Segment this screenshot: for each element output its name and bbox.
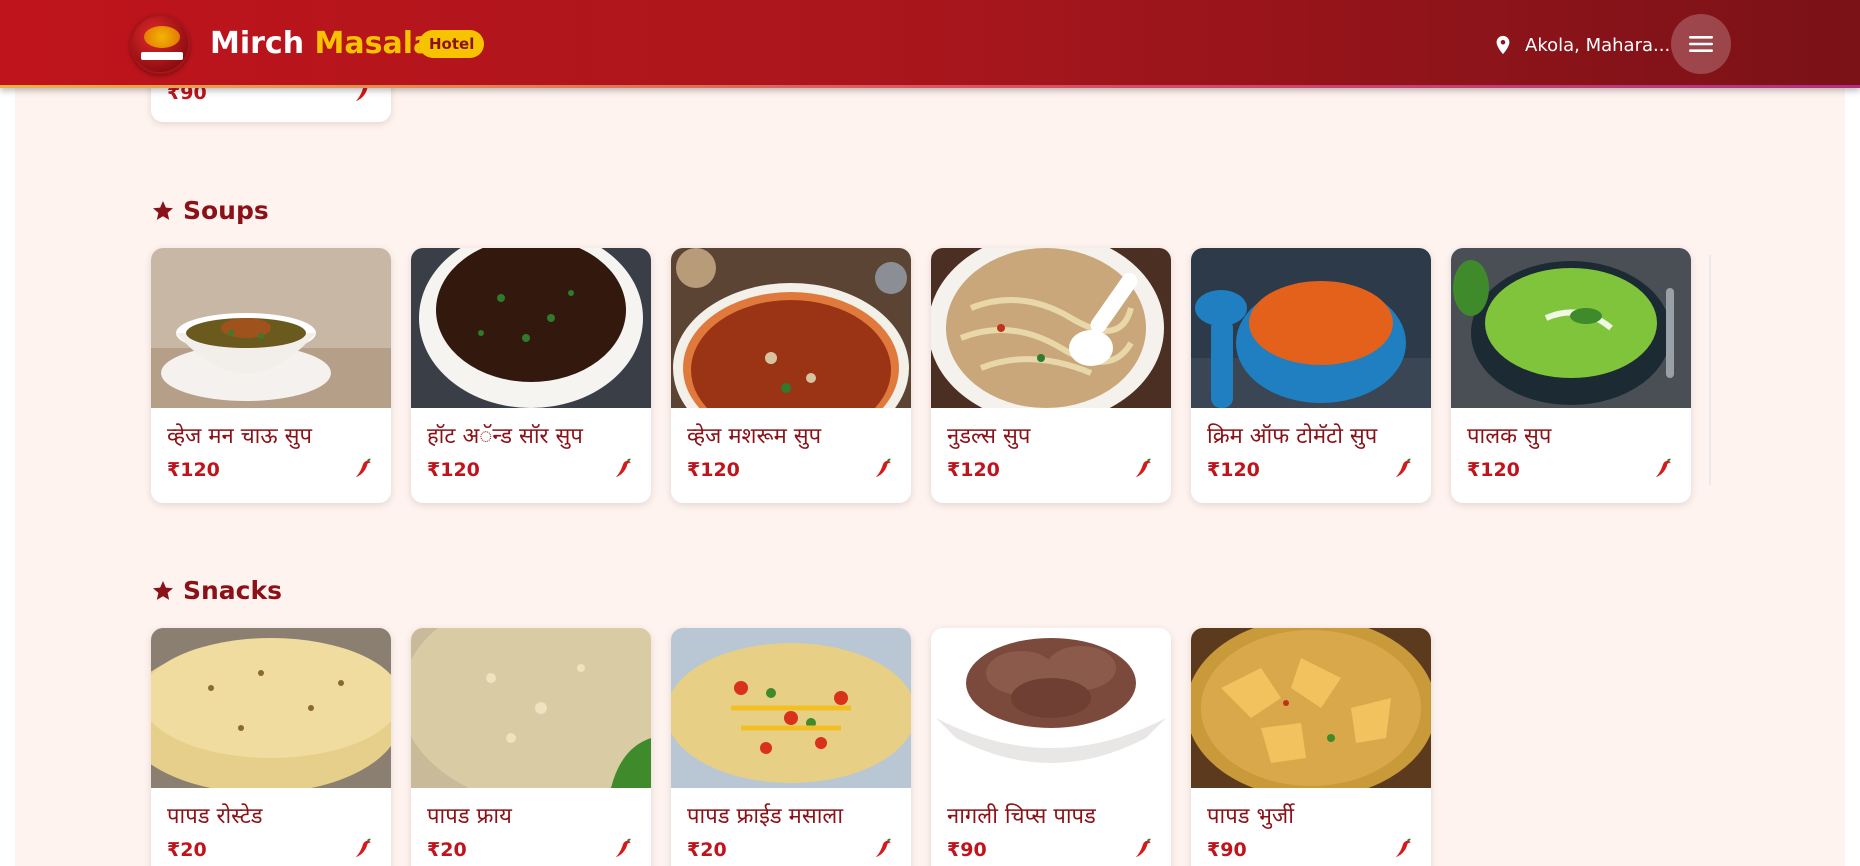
menu-item-card[interactable]: पालक सुप ₹120 (1451, 248, 1691, 503)
item-name: नागली चिप्स पापड (947, 804, 1096, 829)
section-title-snacks: Snacks (151, 576, 282, 605)
item-name: पापड फ्राईड मसाला (687, 804, 844, 829)
menu-item-card[interactable]: नुडल्स सुप ₹120 (931, 248, 1171, 503)
menu-item-card[interactable]: नागली चिप्स पापड ₹90 (931, 628, 1171, 866)
item-price: ₹90 (1207, 839, 1247, 861)
item-name: क्रिम ऑफ टोमॅटो सुप (1207, 424, 1378, 449)
soup-image (671, 248, 911, 408)
hotel-badge: Hotel (419, 30, 485, 58)
section-title-text: Snacks (183, 576, 282, 605)
chili-icon (1135, 838, 1151, 858)
star-icon (153, 200, 173, 220)
item-price: ₹120 (167, 459, 220, 481)
chili-icon (355, 458, 371, 478)
item-name: व्हेज मन चाऊ सुप (167, 424, 313, 449)
brand-name-second: Masala (314, 26, 434, 61)
menu-item-card[interactable]: व्हेज मशरूम सुप ₹120 (671, 248, 911, 503)
chili-icon (615, 458, 631, 478)
item-price: ₹20 (687, 839, 727, 861)
snack-image (931, 628, 1171, 788)
section-title-text: Soups (183, 196, 269, 225)
menu-item-card[interactable]: पापड भुर्जी ₹90 (1191, 628, 1431, 866)
chili-icon (355, 838, 371, 858)
soup-image (411, 248, 651, 408)
menu-item-card[interactable]: पापड फ्राईड मसाला ₹20 (671, 628, 911, 866)
menu-button[interactable] (1671, 14, 1731, 74)
app-header: Mirch Masala Hotel Akola, Mahara... (0, 0, 1860, 88)
soup-image (151, 248, 391, 408)
snack-image (151, 628, 391, 788)
item-name: पापड भुर्जी (1207, 804, 1294, 829)
chili-icon (1655, 458, 1671, 478)
menu-item-card[interactable]: हॉट अॅन्ड सॉर सुप ₹120 (411, 248, 651, 503)
chili-icon (615, 838, 631, 858)
item-price: ₹120 (427, 459, 480, 481)
item-price: ₹20 (167, 839, 207, 861)
item-price: ₹120 (947, 459, 1000, 481)
brand-name[interactable]: Mirch Masala (210, 26, 433, 61)
item-price: ₹90 (947, 839, 987, 861)
menu-item-card[interactable]: क्रिम ऑफ टोमॅटो सुप ₹120 (1191, 248, 1431, 503)
menu-item-card[interactable]: व्हेज मन चाऊ सुप ₹120 (151, 248, 391, 503)
map-pin-icon[interactable] (1492, 33, 1514, 57)
star-icon (153, 580, 173, 600)
item-name: व्हेज मशरूम सुप (687, 424, 822, 449)
soup-image (1451, 248, 1691, 408)
item-name: पापड फ्राय (427, 804, 512, 829)
item-price: ₹120 (687, 459, 740, 481)
snack-image (671, 628, 911, 788)
item-name: हॉट अॅन्ड सॉर सुप (427, 424, 583, 449)
soup-image (1191, 248, 1431, 408)
snack-image (411, 628, 651, 788)
item-price: ₹20 (427, 839, 467, 861)
item-name: नुडल्स सुप (947, 424, 1031, 449)
item-price: ₹120 (1467, 459, 1520, 481)
menu-item-card[interactable]: पापड फ्राय ₹20 (411, 628, 651, 866)
item-name: पापड रोस्टेड (167, 804, 263, 829)
brand-name-first: Mirch (210, 26, 305, 61)
location-text[interactable]: Akola, Mahara... (1525, 35, 1670, 56)
horizontal-scroll-edge (1709, 255, 1711, 485)
hamburger-menu-icon (1689, 36, 1713, 52)
soup-image (931, 248, 1171, 408)
restaurant-logo[interactable] (130, 14, 190, 74)
chili-icon (875, 458, 891, 478)
chili-icon (1395, 458, 1411, 478)
snack-image (1191, 628, 1431, 788)
item-price: ₹120 (1207, 459, 1260, 481)
chili-icon (1395, 838, 1411, 858)
section-title-soups: Soups (151, 196, 269, 225)
chili-icon (875, 838, 891, 858)
chili-icon (1135, 458, 1151, 478)
item-name: पालक सुप (1467, 424, 1552, 449)
menu-item-card[interactable]: पापड रोस्टेड ₹20 (151, 628, 391, 866)
